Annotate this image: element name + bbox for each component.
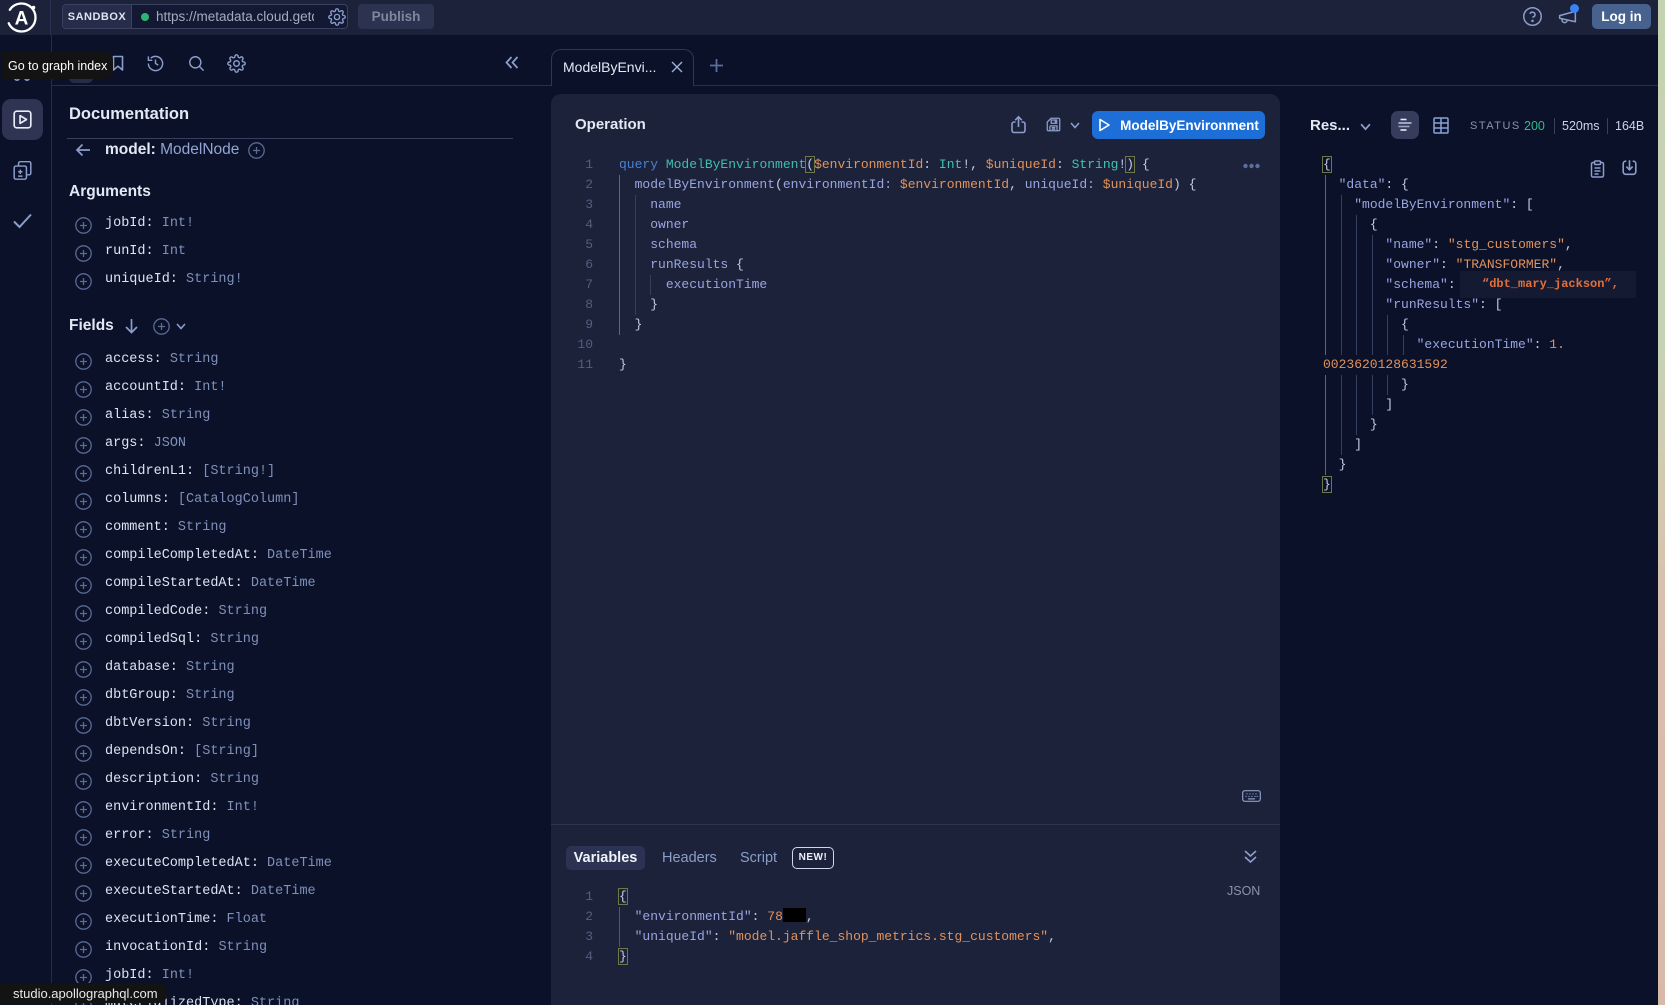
svg-text:A: A — [15, 9, 29, 30]
